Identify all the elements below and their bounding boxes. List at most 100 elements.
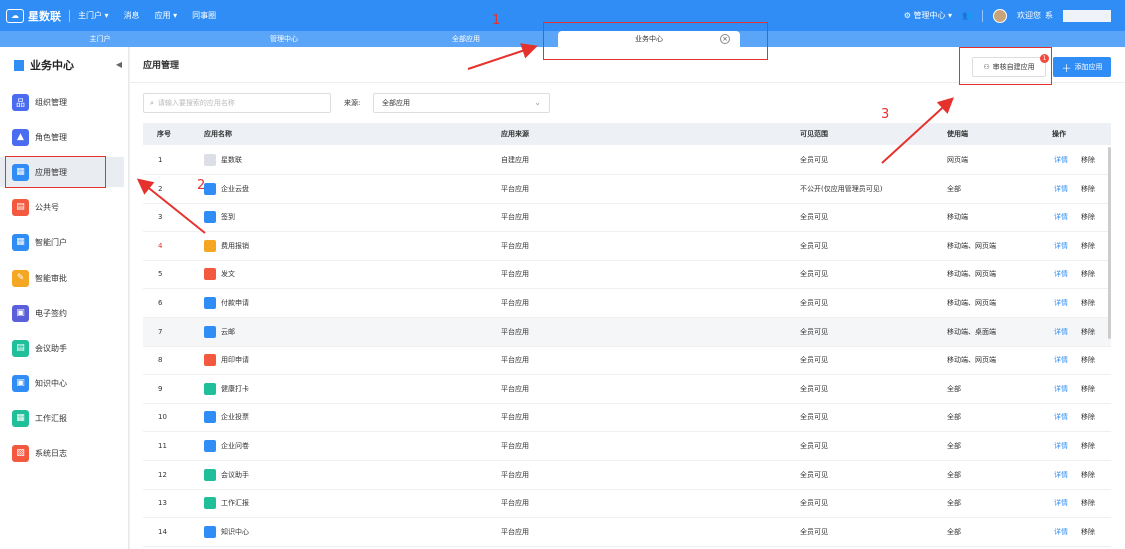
app-name: 星数联: [221, 156, 242, 164]
table-row[interactable]: 14 知识中心 平台应用 全员可见 全部 详情 移除: [143, 518, 1111, 547]
brand-logo[interactable]: ☁ 星数联: [6, 8, 61, 24]
sidebar-item[interactable]: ▣ 电子签约: [0, 298, 124, 328]
remove-link[interactable]: 移除: [1081, 461, 1095, 489]
nav-apps[interactable]: 应用 ▾: [155, 10, 178, 21]
remove-link[interactable]: 移除: [1081, 346, 1095, 374]
welcome-text: 欢迎您: [1017, 11, 1041, 20]
row-number: 4: [158, 241, 163, 250]
remove-link[interactable]: 移除: [1081, 318, 1095, 346]
sidebar-item[interactable]: ▦ 工作汇报: [0, 403, 124, 433]
sidebar-item[interactable]: ▲ 角色管理: [0, 122, 124, 152]
remove-link[interactable]: 移除: [1081, 146, 1095, 174]
collapse-icon[interactable]: ◀: [116, 60, 122, 69]
menu-icon: ▦: [12, 163, 29, 181]
detail-link[interactable]: 详情: [1054, 289, 1068, 317]
detail-link[interactable]: 详情: [1054, 403, 1068, 431]
tab-all-apps[interactable]: 全部应用: [370, 31, 562, 47]
sidebar-item[interactable]: ▧ 系统日志: [0, 438, 124, 468]
app-source: 平台应用: [501, 241, 529, 250]
remove-link[interactable]: 移除: [1081, 289, 1095, 317]
remove-link[interactable]: 移除: [1081, 403, 1095, 431]
notification-badge: 1: [1040, 54, 1049, 63]
user-switch-icon[interactable]: 👥: [962, 11, 972, 20]
detail-link[interactable]: 详情: [1054, 318, 1068, 346]
building-icon: [14, 59, 24, 71]
detail-link[interactable]: 详情: [1054, 461, 1068, 489]
app-source: 平台应用: [501, 499, 529, 508]
nav-colleagues[interactable]: 同事圈: [192, 10, 216, 21]
remove-link[interactable]: 移除: [1081, 232, 1095, 260]
detail-link[interactable]: 详情: [1054, 375, 1068, 403]
table-row[interactable]: 9 健康打卡 平台应用 全员可见 全部 详情 移除: [143, 375, 1111, 404]
row-number: 12: [158, 470, 167, 479]
search-input[interactable]: ⌕ 请输入要搜索的应用名称: [143, 93, 331, 113]
sidebar-item[interactable]: ▣ 知识中心: [0, 368, 124, 398]
detail-link[interactable]: 详情: [1054, 518, 1068, 546]
visible-scope: 全员可见: [800, 356, 828, 365]
detail-link[interactable]: 详情: [1054, 146, 1068, 174]
sidebar-item[interactable]: ▦ 应用管理: [0, 157, 124, 187]
remove-link[interactable]: 移除: [1081, 432, 1095, 460]
table-row[interactable]: 10 企业投票 平台应用 全员可见 全部 详情 移除: [143, 403, 1111, 433]
table-row[interactable]: 8 用印申请 平台应用 全员可见 移动端、网页端 详情 移除: [143, 346, 1111, 376]
review-self-built-apps-button[interactable]: ⚇ 审核自建应用 1: [972, 54, 1049, 77]
tab-strip: 主门户 管理中心 全部应用 业务中心 ×: [0, 31, 1125, 47]
visible-scope: 全员可见: [800, 241, 828, 250]
divider: [69, 9, 70, 22]
visible-scope: 全员可见: [800, 213, 828, 222]
sidebar-item[interactable]: ▤ 会议助手: [0, 333, 124, 363]
remove-link[interactable]: 移除: [1081, 518, 1095, 546]
menu-icon: ▧: [12, 444, 29, 462]
detail-link[interactable]: 详情: [1054, 432, 1068, 460]
client-type: 网页端: [947, 156, 968, 164]
tab-main-portal[interactable]: 主门户: [0, 31, 200, 47]
nav-main-portal[interactable]: 主门户 ▾: [78, 10, 109, 21]
sidebar: 业务中心 ◀ 品组织管理 ▲ 角色管理 ▦ 应用管理 ▤ 公共号 ▦ 智能门户 ✎ 智能审批 ▣ 电子签…: [0, 47, 129, 549]
app-name: 签到: [221, 213, 235, 222]
remove-link[interactable]: 移除: [1081, 203, 1095, 231]
detail-link[interactable]: 详情: [1054, 346, 1068, 374]
table-row[interactable]: 12 会议助手 平台应用 全员可见 全部 详情 移除: [143, 461, 1111, 490]
remove-link[interactable]: 移除: [1081, 175, 1095, 203]
app-source: 平台应用: [501, 327, 529, 336]
add-app-button[interactable]: ＋ 添加应用: [1053, 57, 1111, 77]
row-number: 11: [158, 442, 167, 450]
avatar[interactable]: [993, 8, 1007, 23]
sidebar-title: 业务中心: [0, 47, 128, 83]
tab-business-center[interactable]: 业务中心 ×: [558, 31, 740, 47]
sidebar-item[interactable]: ▤ 公共号: [0, 192, 124, 222]
sidebar-item[interactable]: 品组织管理: [0, 87, 124, 117]
remove-link[interactable]: 移除: [1081, 260, 1095, 288]
detail-link[interactable]: 详情: [1054, 203, 1068, 231]
sidebar-item[interactable]: ▦ 智能门户: [0, 227, 124, 257]
table-row[interactable]: 1 星数联 自建应用 全员可见 网页端 详情 移除: [143, 146, 1111, 175]
admin-center-menu[interactable]: ⚙ 管理中心 ▾: [904, 10, 952, 21]
close-icon[interactable]: ×: [720, 34, 730, 44]
table-row[interactable]: 6 付款申请 平台应用 全员可见 移动端、网页端 详情 移除: [143, 289, 1111, 318]
tab-admin-center[interactable]: 管理中心: [186, 31, 382, 47]
table-row[interactable]: 3 签到 平台应用 全员可见 移动端 详情 移除: [143, 203, 1111, 233]
source-select[interactable]: 全部应用 ⌄: [373, 93, 550, 113]
visible-scope: 全员可见: [800, 384, 828, 393]
app-source: 平台应用: [501, 184, 529, 193]
table-row[interactable]: 5 发文 平台应用 全员可见 移动端、网页端 详情 移除: [143, 260, 1111, 290]
detail-link[interactable]: 详情: [1054, 260, 1068, 288]
app-icon: [204, 182, 216, 195]
app-name: 云邮: [221, 327, 235, 336]
table-row[interactable]: 7 云邮 平台应用 全员可见 移动端、桌面端 详情 移除: [143, 317, 1111, 347]
remove-link[interactable]: 移除: [1081, 489, 1095, 517]
nav-messages[interactable]: 消息: [124, 10, 140, 21]
table-row[interactable]: 11 企业问卷 平台应用 全员可见 全部 详情 移除: [143, 432, 1111, 461]
table-row[interactable]: 2 企业云盘 平台应用 不公开(仅应用管理员可见) 全部 详情 移除: [143, 175, 1111, 204]
client-type: 全部: [947, 527, 961, 536]
app-icon: [204, 297, 216, 309]
detail-link[interactable]: 详情: [1054, 232, 1068, 260]
table-row[interactable]: 4 费用报销 平台应用 全员可见 移动端、网页端 详情 移除: [143, 232, 1111, 261]
remove-link[interactable]: 移除: [1081, 375, 1095, 403]
table-row[interactable]: 13 工作汇报 平台应用 全员可见 全部 详情 移除: [143, 489, 1111, 519]
detail-link[interactable]: 详情: [1054, 175, 1068, 203]
scrollbar[interactable]: [1108, 147, 1111, 339]
detail-link[interactable]: 详情: [1054, 489, 1068, 517]
menu-icon: ▤: [12, 198, 29, 216]
sidebar-item[interactable]: ✎ 智能审批: [0, 263, 124, 293]
